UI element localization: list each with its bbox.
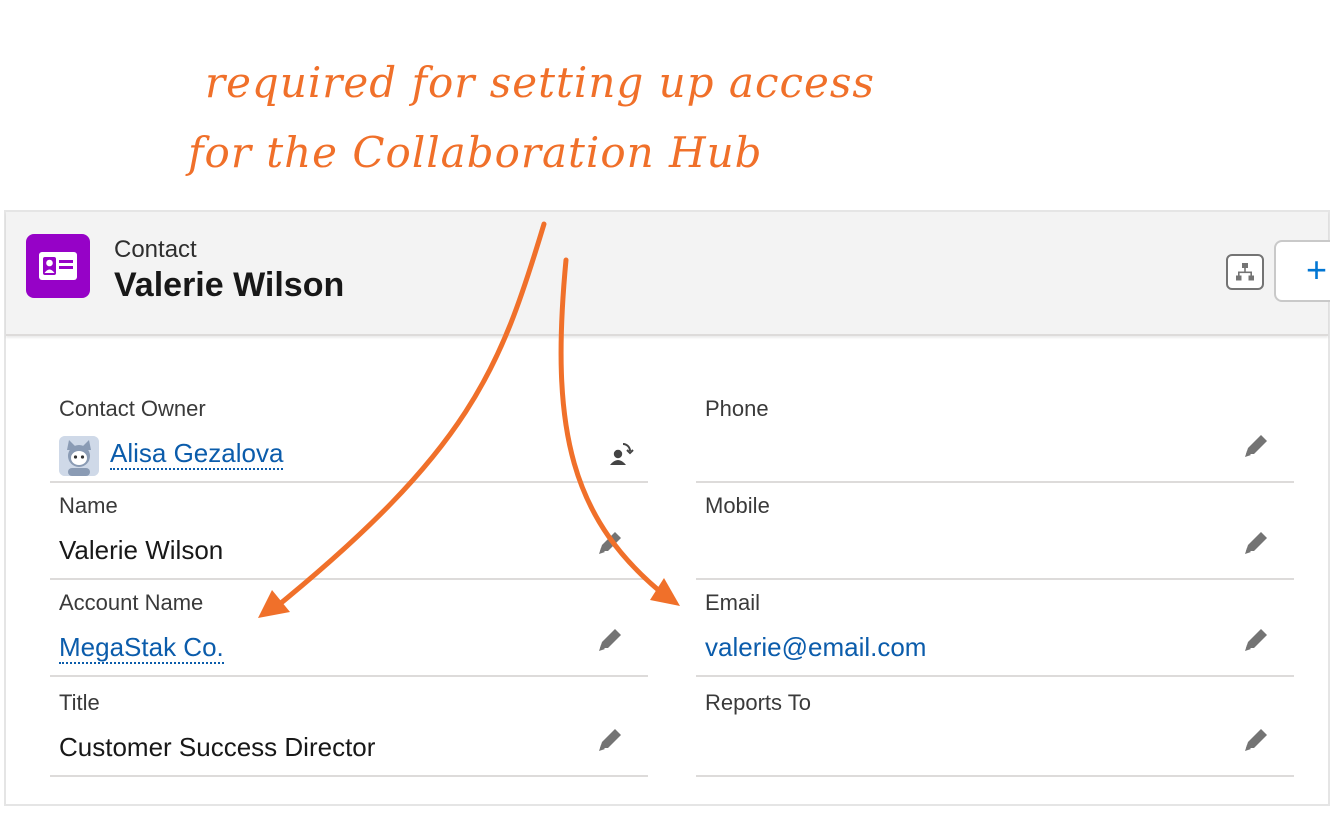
pencil-icon[interactable] (596, 726, 624, 754)
field-label: Email (705, 590, 761, 615)
field-label: Phone (705, 396, 769, 421)
field-title: Title Customer Success Director (50, 680, 648, 777)
field-label: Reports To (705, 690, 811, 715)
field-mobile: Mobile (696, 483, 1294, 580)
field-divider (696, 775, 1294, 777)
pencil-icon[interactable] (596, 529, 624, 557)
pencil-icon[interactable] (1242, 432, 1270, 460)
annotation-line-2: for the Collaboration Hub (188, 128, 763, 177)
pencil-icon[interactable] (1242, 726, 1270, 754)
contact-record-card: Contact Valerie Wilson + Contact Owner A… (4, 210, 1330, 806)
field-label: Title (59, 690, 100, 715)
field-divider (696, 675, 1294, 677)
field-email: Email valerie@email.com (696, 580, 1294, 677)
pencil-icon[interactable] (1242, 529, 1270, 557)
change-owner-icon (610, 443, 634, 465)
plus-icon: + (1306, 249, 1328, 290)
object-type-label: Contact (114, 236, 197, 263)
follow-button[interactable]: + (1274, 240, 1330, 302)
pencil-icon[interactable] (596, 626, 624, 654)
field-divider (50, 675, 648, 677)
field-value: Valerie Wilson (59, 535, 224, 565)
hierarchy-icon (1236, 263, 1254, 281)
record-title: Valerie Wilson (114, 266, 345, 304)
field-label: Contact Owner (59, 396, 206, 421)
field-label: Account Name (59, 590, 204, 615)
email-link[interactable]: valerie@email.com (705, 632, 926, 663)
field-contact-owner: Contact Owner Alisa Gezalova (50, 386, 648, 483)
change-owner-button[interactable] (608, 440, 634, 471)
field-label: Name (59, 493, 118, 518)
field-phone: Phone (696, 386, 1294, 483)
pencil-icon[interactable] (1242, 626, 1270, 654)
view-hierarchy-button[interactable] (1226, 254, 1264, 290)
account-link[interactable]: MegaStak Co. (59, 632, 224, 664)
field-value: Customer Success Director (59, 732, 376, 762)
field-reports-to: Reports To (696, 680, 1294, 777)
contact-icon (26, 234, 90, 298)
field-label: Mobile (705, 493, 770, 518)
field-divider (50, 775, 648, 777)
annotation-line-1: required for setting up access (205, 58, 875, 107)
field-name: Name Valerie Wilson (50, 483, 648, 580)
field-account-name: Account Name MegaStak Co. (50, 580, 648, 677)
handwritten-annotation: required for setting up access for the C… (0, 0, 1330, 210)
avatar (59, 436, 99, 476)
owner-link[interactable]: Alisa Gezalova (110, 438, 284, 470)
record-header: Contact Valerie Wilson + (6, 212, 1330, 336)
